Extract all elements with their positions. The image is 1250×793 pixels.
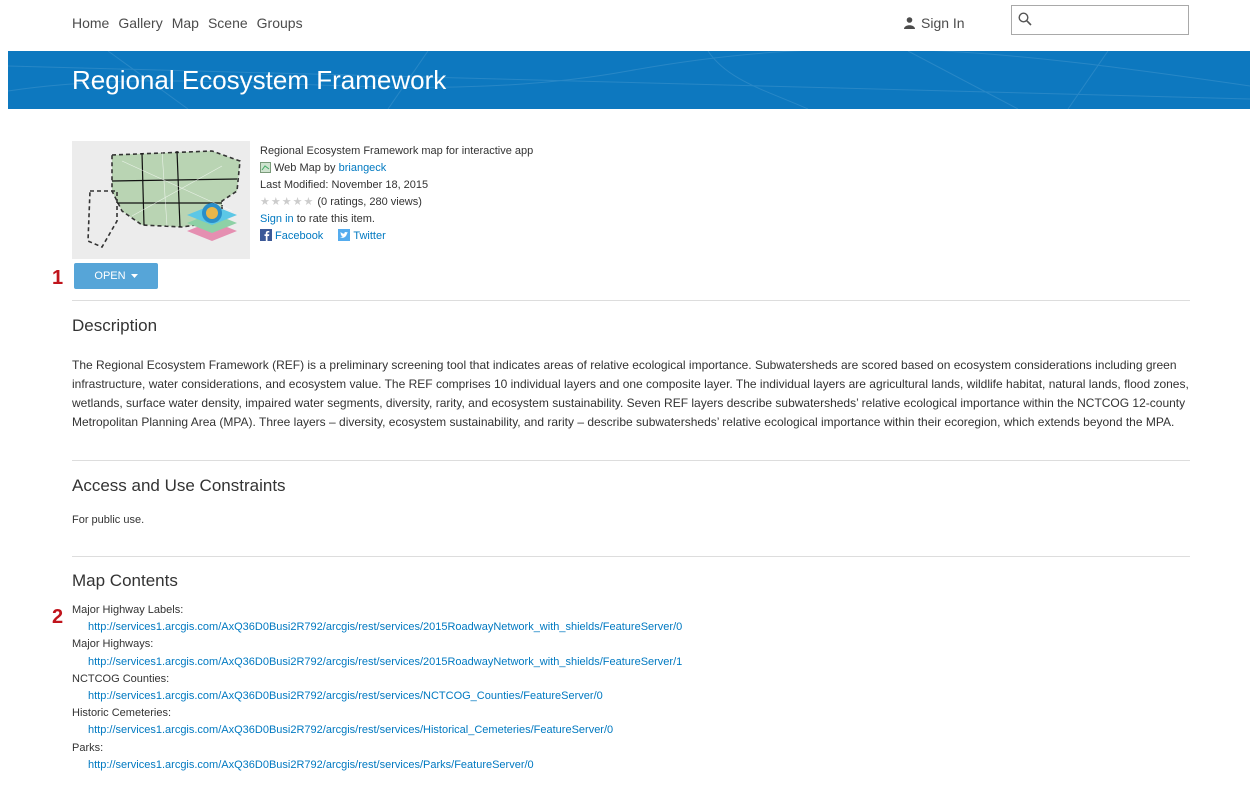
layer-name: Major Highway Labels: <box>72 604 184 616</box>
web-map-icon <box>260 162 271 173</box>
user-icon <box>904 17 915 29</box>
sign-in-link[interactable]: Sign In <box>904 15 965 31</box>
nav-scene[interactable]: Scene <box>208 15 248 31</box>
facebook-label: Facebook <box>275 230 324 242</box>
nav-map[interactable]: Map <box>172 15 199 31</box>
item-info: Regional Ecosystem Framework map for int… <box>260 143 533 245</box>
rating-stars: ★★★★★ <box>260 196 315 208</box>
access-heading: Access and Use Constraints <box>72 476 286 495</box>
rate-row: Sign in to rate this item. <box>260 211 533 228</box>
nav-links: Home Gallery Map Scene Groups <box>72 15 303 31</box>
share-row: Facebook Twitter <box>260 228 533 245</box>
description-text: The Regional Ecosystem Framework (REF) i… <box>72 358 1189 429</box>
nav-groups[interactable]: Groups <box>257 15 303 31</box>
map-thumbnail-image <box>72 141 250 259</box>
top-nav: Home Gallery Map Scene Groups Sign In <box>0 0 1250 50</box>
divider <box>72 556 1190 557</box>
search-input[interactable] <box>1038 10 1188 32</box>
item-summary: Regional Ecosystem Framework map for int… <box>260 145 534 157</box>
owner-link[interactable]: briangeck <box>339 162 387 174</box>
sign-in-label: Sign In <box>921 15 965 31</box>
annotation-marker-2: 2 <box>52 606 64 628</box>
layer-name: Parks: <box>72 741 104 754</box>
twitter-share-link[interactable]: Twitter <box>338 229 386 242</box>
layer-name: Major Highways: <box>72 638 154 651</box>
facebook-share-link[interactable]: Facebook <box>260 229 326 242</box>
open-button[interactable]: OPEN <box>74 263 158 289</box>
nav-home[interactable]: Home <box>72 15 109 31</box>
search-box <box>1011 5 1189 35</box>
layer-url-link[interactable]: http://services1.arcgis.com/AxQ36D0Busi2… <box>88 656 682 668</box>
layer-url-link[interactable]: http://services1.arcgis.com/AxQ36D0Busi2… <box>88 724 613 736</box>
rate-text: to rate this item. <box>293 213 375 225</box>
rating-row: ★★★★★ (0 ratings, 280 views) <box>260 194 533 211</box>
twitter-label: Twitter <box>353 230 386 242</box>
facebook-icon <box>260 229 272 241</box>
divider <box>72 300 1190 301</box>
title-banner: Regional Ecosystem Framework <box>8 51 1250 109</box>
open-button-label: OPEN <box>94 270 126 282</box>
last-modified: Last Modified: November 18, 2015 <box>260 179 429 191</box>
rating-text: (0 ratings, 280 views) <box>317 196 422 208</box>
layer-name: Historic Cemeteries: <box>72 707 172 720</box>
caret-down-icon <box>130 274 138 278</box>
twitter-icon <box>338 229 351 241</box>
nav-gallery[interactable]: Gallery <box>118 15 162 31</box>
item-thumbnail <box>72 141 250 259</box>
search-icon[interactable] <box>1018 12 1032 26</box>
access-text: For public use. <box>72 514 145 526</box>
item-type-label: Web Map by <box>274 162 339 174</box>
description-heading: Description <box>72 316 158 335</box>
layer-url-link[interactable]: http://services1.arcgis.com/AxQ36D0Busi2… <box>88 759 534 771</box>
layer-name: NCTCOG Counties: <box>72 672 170 685</box>
item-type-owner: Web Map by briangeck <box>260 160 533 177</box>
map-contents-heading: Map Contents <box>72 571 178 590</box>
divider <box>72 460 1190 461</box>
layer-url-link[interactable]: http://services1.arcgis.com/AxQ36D0Busi2… <box>88 690 603 702</box>
annotation-marker-1: 1 <box>52 267 64 289</box>
layer-url-link[interactable]: http://services1.arcgis.com/AxQ36D0Busi2… <box>88 621 682 633</box>
page-title: Regional Ecosystem Framework <box>72 65 447 95</box>
map-contents-list: Major Highway Labels: http://services1.a… <box>72 602 682 774</box>
sign-in-rate-link[interactable]: Sign in <box>260 213 294 225</box>
